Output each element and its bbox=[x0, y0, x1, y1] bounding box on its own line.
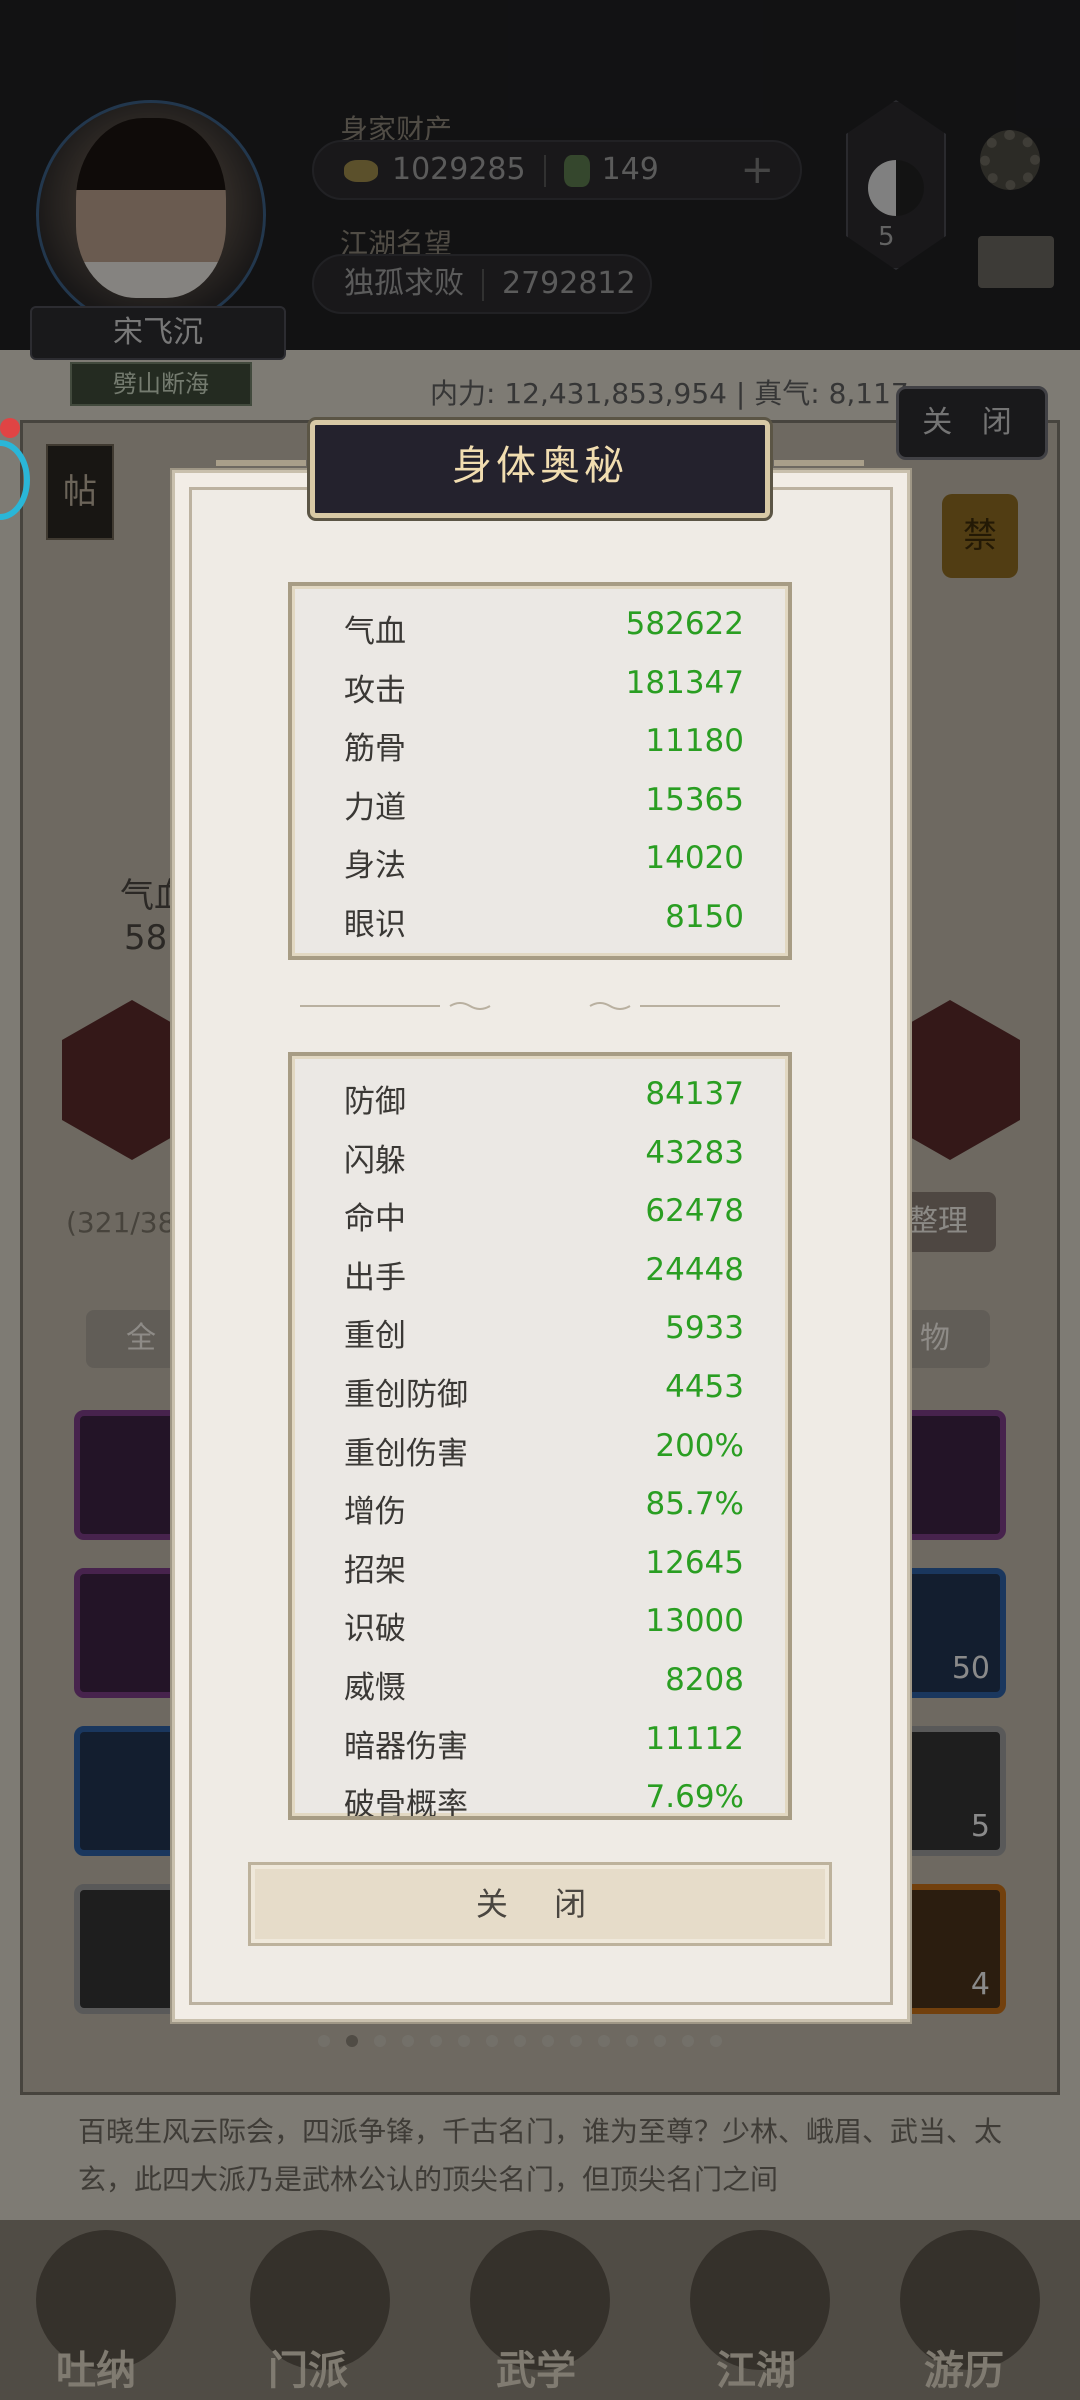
stat-row: 增伤 85.7% bbox=[344, 1486, 744, 1544]
stat-row: 重创 5933 bbox=[344, 1310, 744, 1368]
stat-label: 重创防御 bbox=[344, 1377, 468, 1413]
title-ornament-left bbox=[216, 460, 306, 466]
stat-row: 气血 582622 bbox=[344, 606, 744, 664]
stat-value: 7.69% bbox=[645, 1779, 744, 1816]
stat-row: 识破 13000 bbox=[344, 1603, 744, 1661]
stat-value: 582622 bbox=[625, 606, 744, 642]
stat-row: 招架 12645 bbox=[344, 1545, 744, 1603]
stat-label: 出手 bbox=[344, 1259, 406, 1296]
ornamental-divider bbox=[300, 1002, 780, 1010]
stat-row: 威慑 8208 bbox=[344, 1662, 744, 1720]
stat-value: 43283 bbox=[645, 1134, 744, 1171]
secondary-stats-box[interactable]: 防御 84137 闪躲 43283 命中 62478 出手 24448 重创 5933 重创防御 44… bbox=[288, 1052, 792, 1820]
stat-value: 13000 bbox=[645, 1603, 744, 1640]
stat-label: 眼识 bbox=[344, 907, 406, 943]
stat-row: 眼识 8150 bbox=[344, 899, 744, 957]
stat-label: 命中 bbox=[344, 1201, 406, 1238]
stat-row: 防御 84137 bbox=[344, 1076, 744, 1134]
stat-value: 15365 bbox=[645, 781, 744, 818]
dialog-title: 身体奥秘 bbox=[452, 443, 628, 489]
stat-value: 5933 bbox=[665, 1310, 744, 1347]
stat-label: 威慑 bbox=[344, 1670, 406, 1706]
close-button[interactable]: 关 闭 bbox=[248, 1862, 832, 1946]
stat-label: 重创伤害 bbox=[344, 1435, 468, 1472]
stat-value: 84137 bbox=[645, 1076, 744, 1112]
stat-label: 增伤 bbox=[344, 1494, 406, 1531]
stat-value: 62478 bbox=[645, 1193, 744, 1230]
stat-label: 筋骨 bbox=[344, 731, 406, 768]
stat-label: 力道 bbox=[344, 789, 406, 826]
stat-row: 闪躲 43283 bbox=[344, 1135, 744, 1193]
stat-value: 12645 bbox=[645, 1544, 744, 1581]
stat-value: 4453 bbox=[665, 1369, 744, 1405]
stat-label: 攻击 bbox=[344, 672, 406, 709]
title-ornament-right bbox=[774, 460, 864, 466]
stat-value: 8208 bbox=[665, 1662, 744, 1698]
stat-label: 破骨概率 bbox=[344, 1787, 468, 1820]
stat-value: 8150 bbox=[665, 899, 744, 935]
stat-value: 181347 bbox=[625, 664, 744, 701]
stat-row: 暗器伤害 11112 bbox=[344, 1721, 744, 1779]
stat-label: 闪躲 bbox=[344, 1142, 406, 1179]
stat-label: 识破 bbox=[344, 1611, 406, 1648]
stat-value: 24448 bbox=[645, 1251, 744, 1288]
stat-row: 力道 15365 bbox=[344, 782, 744, 840]
stat-row: 身法 14020 bbox=[344, 840, 744, 898]
notification-dot bbox=[0, 418, 20, 438]
stat-value: 14020 bbox=[645, 840, 744, 877]
stat-row: 重创伤害 200% bbox=[344, 1428, 744, 1486]
stat-label: 暗器伤害 bbox=[344, 1728, 468, 1765]
game-screen: 宋飞沉 劈山断海 身家财产 1029285 149 + 江湖名望 独孤求败 2792… bbox=[0, 0, 1080, 2400]
stat-value: 11112 bbox=[645, 1720, 744, 1757]
stat-value: 11180 bbox=[645, 723, 744, 760]
stat-label: 身法 bbox=[344, 848, 406, 885]
stat-row: 出手 24448 bbox=[344, 1252, 744, 1310]
stat-value: 85.7% bbox=[645, 1486, 744, 1523]
stat-label: 防御 bbox=[344, 1084, 406, 1120]
stat-row: 筋骨 11180 bbox=[344, 723, 744, 781]
stat-row: 重创防御 4453 bbox=[344, 1369, 744, 1427]
stat-row: 攻击 181347 bbox=[344, 665, 744, 723]
stat-label: 气血 bbox=[344, 614, 406, 650]
stat-label: 重创 bbox=[344, 1318, 406, 1355]
primary-stats-box: 气血 582622 攻击 181347 筋骨 11180 力道 15365 身法 14020 眼识 8… bbox=[288, 582, 792, 960]
stat-label: 招架 bbox=[344, 1552, 406, 1589]
stat-value: 200% bbox=[655, 1427, 744, 1464]
stat-row: 破骨概率 7.69% bbox=[344, 1779, 744, 1820]
stat-row: 命中 62478 bbox=[344, 1193, 744, 1251]
